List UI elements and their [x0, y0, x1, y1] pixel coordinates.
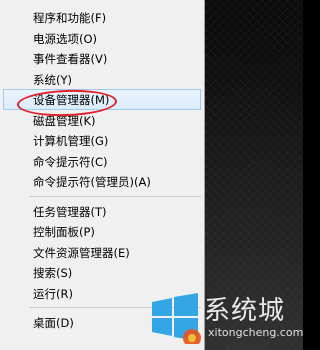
watermark-brand: 系统城 — [204, 296, 286, 326]
windows-logo-icon — [152, 293, 201, 344]
menu-item-search[interactable]: 搜索(S) — [3, 262, 201, 283]
menu-item-event-viewer[interactable]: 事件查看器(V) — [3, 48, 201, 69]
watermark-url: xitongcheng.com — [208, 326, 303, 339]
menu-item-command-prompt-admin[interactable]: 命令提示符(管理员)(A) — [3, 171, 201, 192]
menu-item-disk-management[interactable]: 磁盘管理(K) — [3, 110, 201, 131]
menu-item-control-panel[interactable]: 控制面板(P) — [3, 221, 201, 242]
menu-separator — [29, 195, 201, 197]
menu-item-task-manager[interactable]: 任务管理器(T) — [3, 201, 201, 222]
menu-item-power-options[interactable]: 电源选项(O) — [3, 28, 201, 49]
screen: 程序和功能(F) 电源选项(O) 事件查看器(V) 系统(Y) 设备管理器(M)… — [0, 0, 303, 350]
menu-item-computer-management[interactable]: 计算机管理(G) — [3, 130, 201, 151]
menu-item-device-manager[interactable]: 设备管理器(M) — [3, 89, 201, 110]
menu-item-programs-and-features[interactable]: 程序和功能(F) — [3, 7, 201, 28]
menu-item-system[interactable]: 系统(Y) — [3, 69, 201, 90]
menu-item-command-prompt[interactable]: 命令提示符(C) — [3, 151, 201, 172]
watermark: 系统城 xitongcheng.com — [148, 290, 303, 350]
menu-item-file-explorer[interactable]: 文件资源管理器(E) — [3, 242, 201, 263]
